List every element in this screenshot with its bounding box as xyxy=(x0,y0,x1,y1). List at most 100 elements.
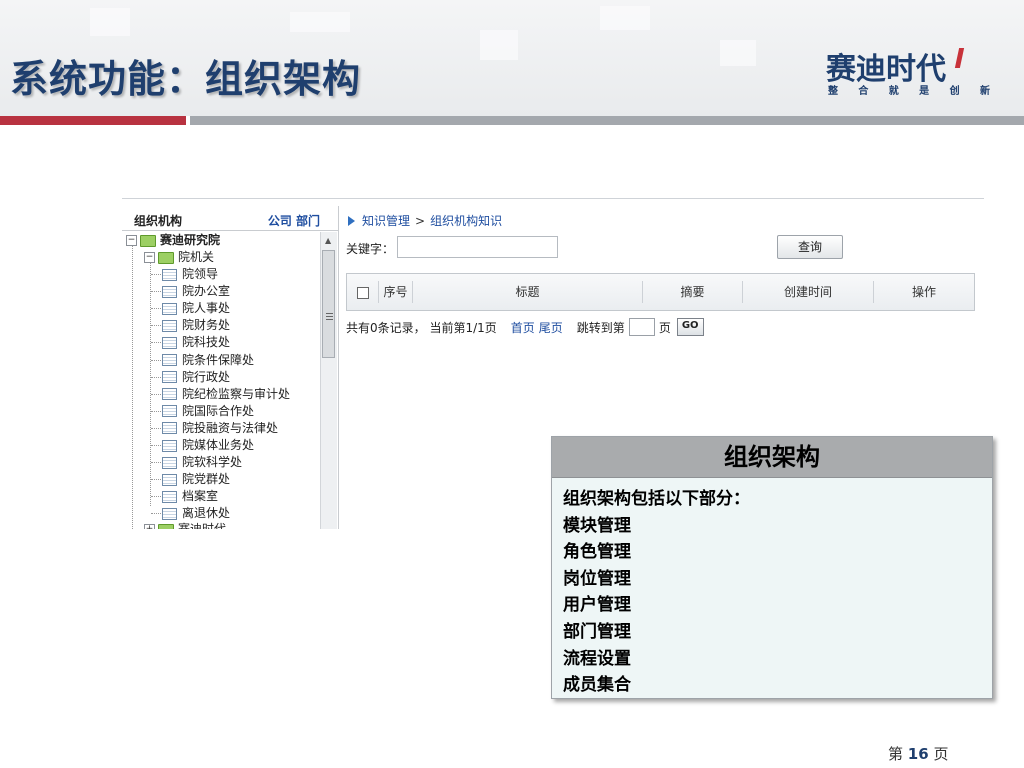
tree-node-item[interactable]: 院投融资与法律处 xyxy=(162,420,278,437)
breadcrumb-section[interactable]: 知识管理 xyxy=(362,212,410,229)
callout-line: 岗位管理 xyxy=(563,568,631,589)
logo-tagline: 整 合 就 是 创 新 xyxy=(828,82,990,97)
folder-icon xyxy=(158,251,174,264)
tree-node-item[interactable]: 院科技处 xyxy=(162,334,230,351)
document-icon xyxy=(162,507,177,520)
tree-node-root[interactable]: − 赛迪研究院 xyxy=(126,232,220,249)
document-icon xyxy=(162,439,177,452)
collapse-icon[interactable]: − xyxy=(144,252,155,263)
column-header[interactable]: 标题 xyxy=(413,281,643,303)
scroll-up-icon[interactable]: ▲ xyxy=(325,236,331,245)
tree-node-item[interactable]: 院办公室 xyxy=(162,283,230,300)
org-tree-header: 组织机构 公司 部门 xyxy=(122,206,338,231)
tree-node-item[interactable]: 院财务处 xyxy=(162,317,230,334)
logo-tag-char: 创 xyxy=(949,86,960,97)
breadcrumb-separator: > xyxy=(415,213,426,228)
document-icon xyxy=(162,490,177,503)
header-rule-red xyxy=(0,116,186,125)
column-header[interactable]: 操作 xyxy=(874,281,974,303)
tree-node-label: 赛迪时代 xyxy=(178,522,227,529)
select-all-checkbox[interactable] xyxy=(356,286,369,299)
collapse-icon[interactable]: − xyxy=(126,235,137,246)
tree-node-item[interactable]: 院国际合作处 xyxy=(162,403,254,420)
tree-guide-line xyxy=(151,427,161,429)
tree-node-label: 院媒体业务处 xyxy=(182,438,255,452)
page-number-value: 16 xyxy=(907,745,929,763)
tree-node-item[interactable]: 院人事处 xyxy=(162,300,230,317)
callout-title: 组织架构 xyxy=(552,437,992,478)
tree-node-label: 院国际合作处 xyxy=(182,403,255,418)
company-dept-links[interactable]: 公司 部门 xyxy=(268,212,320,229)
tree-guide-line xyxy=(151,513,161,515)
logo-tag-char: 是 xyxy=(919,86,930,97)
logo-tag-char: 合 xyxy=(858,86,869,97)
tree-guide-line xyxy=(150,260,151,506)
tree-node-item[interactable]: 院媒体业务处 xyxy=(162,437,254,454)
breadcrumb-page[interactable]: 组织机构知识 xyxy=(430,212,502,229)
first-page-link[interactable]: 首页 xyxy=(511,319,535,336)
tree-node-next-root[interactable]: + 赛迪时代 xyxy=(144,521,226,529)
tree-node-item[interactable]: 院条件保障处 xyxy=(162,352,254,369)
last-page-link[interactable]: 尾页 xyxy=(539,319,563,336)
org-tree-panel: 组织机构 公司 部门 − 赛迪研究院 − 院机关 院领导 院办公室院人事处 院财务处… xyxy=(122,206,339,529)
tree-node-item[interactable]: 院行政处 xyxy=(162,369,230,386)
logo-tag-char: 整 xyxy=(828,86,838,97)
callout-line: 部门管理 xyxy=(563,621,631,642)
header-rule-grey xyxy=(190,116,1024,125)
tree-guide-line xyxy=(151,462,161,464)
tree-node-group[interactable]: − 院机关 xyxy=(144,249,214,266)
tree-node-item[interactable]: 档案室 xyxy=(162,488,218,505)
document-icon xyxy=(162,302,177,315)
query-button[interactable]: 查询 xyxy=(777,235,843,259)
tree-guide-line xyxy=(151,325,161,327)
document-icon xyxy=(162,456,177,469)
tree-node-label: 院投融资与法律处 xyxy=(182,420,279,435)
logo-red-mark xyxy=(954,48,965,68)
scroll-thumb[interactable] xyxy=(322,250,335,358)
play-arrow-icon xyxy=(348,215,355,226)
tree-node-label: 院机关 xyxy=(178,250,215,264)
expand-icon[interactable]: + xyxy=(144,524,155,529)
callout-line: 模块管理 xyxy=(563,515,631,536)
document-icon xyxy=(162,422,177,435)
tree-guide-line xyxy=(151,376,161,378)
column-header[interactable]: 序号 xyxy=(379,281,413,303)
breadcrumb: 知识管理 > 组织机构知识 xyxy=(348,212,502,229)
tree-scrollbar[interactable]: ▲ xyxy=(320,232,337,529)
document-icon xyxy=(162,336,177,349)
document-icon xyxy=(162,285,177,298)
slide-title: 系统功能：组织架构 xyxy=(10,57,362,101)
callout-line: 组织架构包括以下部分： xyxy=(563,489,750,509)
tree-node-item[interactable]: 院党群处 xyxy=(162,471,230,488)
document-icon xyxy=(162,388,177,401)
tree-guide-line xyxy=(151,308,161,310)
app-top-divider xyxy=(122,198,984,199)
keyword-label: 关键字： xyxy=(346,242,395,256)
tree-node-label: 档案室 xyxy=(182,489,219,504)
folder-icon xyxy=(140,234,156,247)
tree-node-item[interactable]: 离退休处 xyxy=(162,505,230,522)
tree-node-label: 院办公室 xyxy=(182,284,231,299)
tree-node-item[interactable]: 院软科学处 xyxy=(162,454,242,471)
keyword-input[interactable] xyxy=(397,236,558,258)
document-icon xyxy=(162,354,177,366)
logo-tag-char: 就 xyxy=(888,86,899,97)
column-header[interactable]: 创建时间 xyxy=(743,281,874,303)
go-button[interactable]: GO xyxy=(676,318,704,336)
select-all-cell xyxy=(347,281,379,303)
logo-tag-char: 新 xyxy=(979,86,990,97)
tree-node-label: 院人事处 xyxy=(182,301,231,316)
tree-node-label: 赛迪研究院 xyxy=(160,233,221,247)
page-number-input[interactable] xyxy=(628,318,655,336)
column-header[interactable]: 摘要 xyxy=(643,281,743,303)
tree-node-item[interactable]: 院领导 xyxy=(162,266,218,283)
tree-guide-line xyxy=(151,496,161,498)
jump-label: 跳转到第 xyxy=(576,320,625,335)
tree-node-label: 院条件保障处 xyxy=(182,352,255,367)
tree-guide-line xyxy=(151,274,161,275)
tree-node-item[interactable]: 院纪检监察与审计处 xyxy=(162,386,290,403)
page-suffix: 页 xyxy=(933,745,949,763)
tree-guide-line xyxy=(151,359,161,361)
callout-line: 流程设置 xyxy=(563,648,631,669)
document-icon xyxy=(162,268,177,281)
